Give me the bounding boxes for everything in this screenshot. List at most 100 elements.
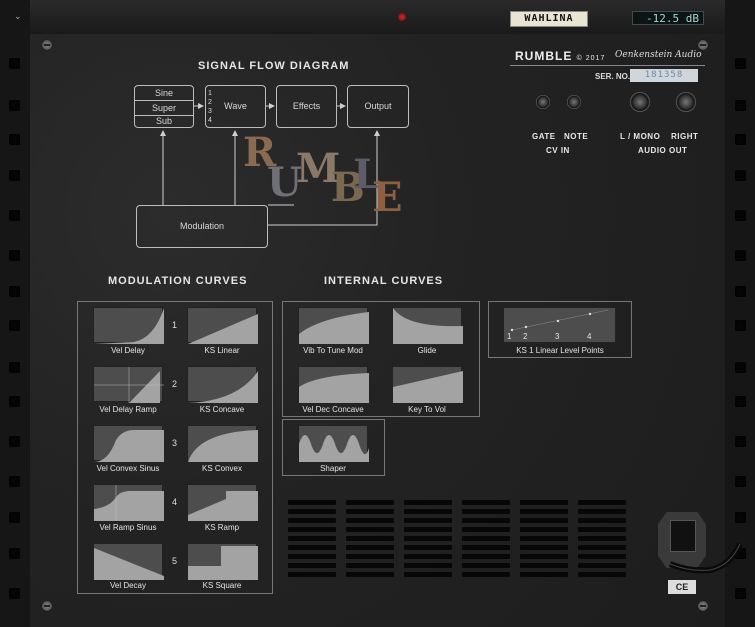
rack-hole: [9, 476, 20, 487]
fold-arrow-icon[interactable]: ⌄: [14, 12, 22, 22]
cv-in-label: CV IN: [546, 146, 570, 155]
vent-slot: [520, 554, 568, 559]
back-panel: SIGNAL FLOW DIAGRAM Sine Super Sub 1 2 3…: [30, 34, 743, 627]
vent-slot: [578, 518, 626, 523]
vent-slot: [404, 554, 452, 559]
wave-number-list: 1 2 3 4: [208, 89, 212, 125]
vent-slot: [520, 545, 568, 550]
device-top-strip: [30, 0, 725, 35]
lmono-label: L / MONO: [620, 132, 661, 141]
vent-slot: [404, 545, 452, 550]
vent-slot: [578, 527, 626, 532]
wave-num: 3: [208, 108, 212, 115]
rack-hole: [9, 58, 20, 69]
audio-out-left-jack[interactable]: [630, 92, 650, 112]
audio-out-right-jack[interactable]: [676, 92, 696, 112]
modulation-curves-title: MODULATION CURVES: [108, 275, 248, 287]
note-label: NOTE: [564, 132, 589, 141]
vent-slot: [520, 518, 568, 523]
note-cv-jack[interactable]: [567, 95, 581, 109]
gate-cv-jack[interactable]: [536, 95, 550, 109]
curve-thumb-vel-dec-concave[interactable]: [298, 366, 369, 403]
vent-slot: [288, 509, 336, 514]
curve-thumb-vib-to-tune-mod[interactable]: [298, 307, 369, 344]
output-block: Output: [347, 85, 409, 128]
rack-hole: [735, 512, 746, 523]
vent-slot: [578, 500, 626, 505]
curve-label-vel-dec-concave: Vel Dec Concave: [302, 405, 364, 414]
serial-number: 181358: [630, 69, 698, 82]
rack-hole: [735, 396, 746, 407]
vent-slot: [578, 563, 626, 568]
curve-label-vib-to-tune-mod: Vib To Tune Mod: [303, 346, 363, 355]
copyright-year: © 2017: [576, 55, 606, 62]
rack-hole: [9, 396, 20, 407]
vent-slot: [346, 563, 394, 568]
rack-hole: [735, 320, 746, 331]
rack-hole: [735, 286, 746, 297]
vent-slot: [578, 536, 626, 541]
curve-label-vel-delay: Vel Delay: [111, 346, 145, 355]
curve-thumb-key-to-vol[interactable]: [392, 366, 463, 403]
rack-hole: [735, 362, 746, 373]
wave-block: 1 2 3 4 Wave: [205, 85, 266, 128]
curve-thumb-vel-ramp-sinus[interactable]: [93, 484, 164, 521]
rack-hole: [735, 210, 746, 221]
curve-thumb-shaper[interactable]: [298, 425, 369, 462]
product-name: RUMBLE © 2017: [515, 49, 605, 63]
curve-thumb-vel-delay-ramp[interactable]: [93, 366, 164, 403]
brand-divider: [510, 65, 705, 66]
curve-row-number: 1: [172, 320, 178, 330]
vent-slot: [578, 554, 626, 559]
curve-thumb-vel-convex-sinus[interactable]: [93, 425, 164, 462]
vent-slot: [578, 545, 626, 550]
curve-label-ks-square: KS Square: [202, 581, 242, 590]
wave-num: 4: [208, 117, 212, 124]
rack-hole: [9, 170, 20, 181]
vent-slot: [288, 536, 336, 541]
curve-thumb-ks-convex[interactable]: [187, 425, 258, 462]
rack-hole: [9, 100, 20, 111]
vent-slot: [462, 563, 510, 568]
curve-thumb-vel-decay[interactable]: [93, 543, 164, 580]
ks-tick: 3: [555, 332, 560, 341]
curve-row-number: 4: [172, 497, 178, 507]
vent-slot: [520, 527, 568, 532]
vent-slot: [346, 500, 394, 505]
wave-label: Wave: [224, 101, 247, 111]
rack-hole: [9, 134, 20, 145]
ce-mark: CE: [668, 580, 696, 594]
vent-slot: [520, 509, 568, 514]
vent-slot: [346, 554, 394, 559]
vent-slot: [462, 572, 510, 577]
vent-slot: [346, 527, 394, 532]
curve-label-vel-convex-sinus: Vel Convex Sinus: [96, 464, 160, 473]
osc-sine-label: Sine: [154, 88, 173, 98]
curve-thumb-ks-ramp[interactable]: [187, 484, 258, 521]
modulation-block: Modulation: [136, 205, 268, 248]
curve-thumb-ks-square[interactable]: [187, 543, 258, 580]
vent-slot: [520, 536, 568, 541]
right-label: RIGHT: [671, 132, 699, 141]
vent-slot: [346, 545, 394, 550]
rack-hole: [9, 436, 20, 447]
curve-thumb-ks-linear[interactable]: [187, 307, 258, 344]
device-name-tape[interactable]: WAHLINA: [510, 11, 588, 27]
audio-out-label: AUDIO OUT: [638, 146, 688, 155]
gate-label: GATE: [532, 132, 556, 141]
vent-slot: [462, 545, 510, 550]
curve-thumb-ks-level-points[interactable]: 1 2 3 4: [503, 307, 616, 343]
vent-slot: [404, 518, 452, 523]
vent-slot: [404, 500, 452, 505]
vent-slot: [346, 536, 394, 541]
curve-thumb-ks-concave[interactable]: [187, 366, 258, 403]
curve-thumb-glide[interactable]: [392, 307, 463, 344]
curve-thumb-vel-delay[interactable]: [93, 307, 164, 344]
vent-slot: [288, 572, 336, 577]
ks-tick: 4: [587, 332, 592, 341]
vent-slot: [404, 536, 452, 541]
vent-slot: [288, 545, 336, 550]
level-display: -12.5 dB: [632, 11, 704, 25]
rack-hole: [735, 58, 746, 69]
rack-hole: [735, 436, 746, 447]
